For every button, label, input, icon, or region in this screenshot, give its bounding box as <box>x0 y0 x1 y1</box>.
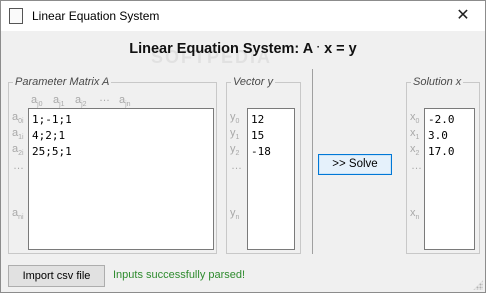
matrix-line: 25;5;1 <box>32 145 72 158</box>
vector-label-0: y0 <box>230 111 240 126</box>
vector-label-1: y1 <box>230 127 240 142</box>
parameter-matrix-input[interactable]: 1;-1;1 4;2;1 25;5;1 <box>28 108 214 250</box>
solution-label-2: x2 <box>410 143 420 158</box>
app-window: Linear Equation System ✕ SOFTPEDIA Linea… <box>0 0 486 293</box>
solution-label-1: x1 <box>410 127 420 142</box>
solution-label-n: xn <box>410 207 420 222</box>
vector-y-legend: Vector y <box>233 76 273 88</box>
solution-line: 3.0 <box>428 129 448 142</box>
matrix-row-label-2i: a2i <box>12 143 24 158</box>
matrix-row-label-ni: ani <box>12 207 24 222</box>
matrix-line: 1;-1;1 <box>32 113 72 126</box>
solution-x-legend: Solution x <box>413 76 462 88</box>
page-heading: Linear Equation System: A · x = y <box>1 41 485 57</box>
solution-line: 17.0 <box>428 145 455 158</box>
matrix-col-label-j0: aj0 <box>31 94 43 109</box>
heading-dot: · <box>316 42 321 53</box>
solution-x-output[interactable]: -2.0 3.0 17.0 <box>424 108 475 250</box>
matrix-col-ellipsis: … <box>99 92 110 104</box>
matrix-row-label-0i: a0i <box>12 111 24 126</box>
solution-ellipsis: … <box>411 160 422 172</box>
solution-label-0: x0 <box>410 111 420 126</box>
parameter-matrix-legend: Parameter Matrix A <box>15 76 110 88</box>
vector-label-2: y2 <box>230 143 240 158</box>
import-csv-button[interactable]: Import csv file <box>8 265 105 287</box>
vector-y-input[interactable]: 12 15 -18 <box>247 108 295 250</box>
window-title: Linear Equation System <box>32 9 160 23</box>
vector-ellipsis: … <box>231 160 242 172</box>
matrix-row-ellipsis: … <box>13 160 24 172</box>
heading-suffix: x = y <box>324 41 357 57</box>
close-button[interactable]: ✕ <box>441 1 485 31</box>
matrix-row-label-1i: a1i <box>12 127 24 142</box>
solve-button[interactable]: >> Solve <box>318 154 392 175</box>
matrix-line: 4;2;1 <box>32 129 66 142</box>
heading-prefix: Linear Equation System: A <box>129 41 313 57</box>
status-message: Inputs successfully parsed! <box>113 269 246 281</box>
vector-label-n: yn <box>230 207 240 222</box>
matrix-col-label-j2: aj2 <box>75 94 87 109</box>
resize-grip[interactable] <box>473 280 483 290</box>
vector-line: 15 <box>251 129 265 142</box>
vertical-separator <box>312 69 313 254</box>
matrix-col-label-jn: ajn <box>119 94 131 109</box>
vector-line: 12 <box>251 113 265 126</box>
title-bar[interactable]: Linear Equation System ✕ <box>1 1 485 31</box>
matrix-col-label-j1: aj1 <box>53 94 65 109</box>
solution-line: -2.0 <box>428 113 455 126</box>
vector-line: -18 <box>251 145 271 158</box>
app-icon <box>9 8 23 24</box>
